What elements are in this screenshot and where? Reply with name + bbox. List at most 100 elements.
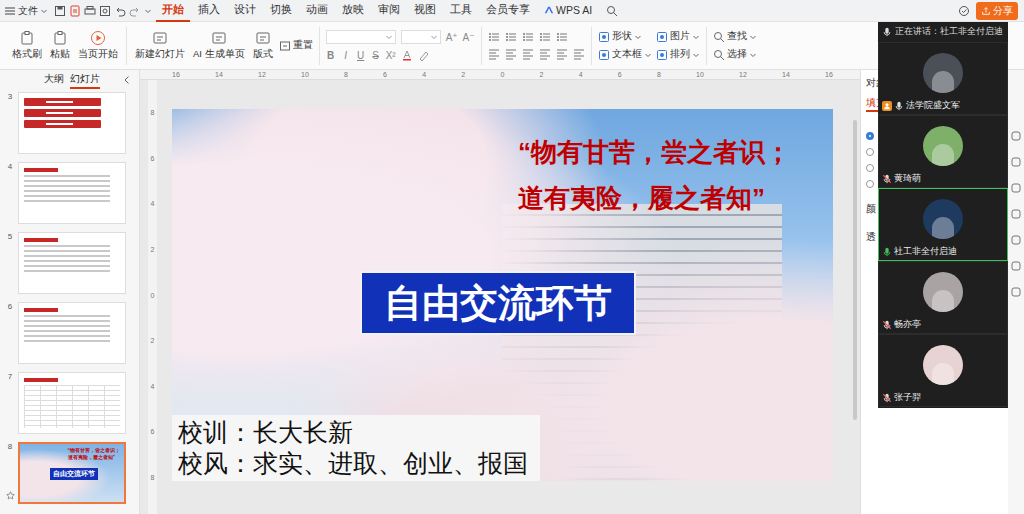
rail-tool-icon[interactable] [1010, 260, 1022, 272]
ribbon-tab[interactable]: 设计 [228, 0, 262, 22]
slide-item[interactable]: 7 [4, 372, 139, 434]
rail-tool-icon[interactable] [1010, 182, 1022, 194]
share-button[interactable]: 分享 [976, 2, 1018, 20]
slide-thumbnail[interactable] [18, 302, 126, 364]
redo-icon[interactable] [129, 5, 141, 17]
rail-tool-icon[interactable] [1010, 130, 1022, 142]
edit-button[interactable]: 查找 [713, 30, 757, 43]
participant-tile[interactable]: 畅亦亭 [878, 261, 1008, 334]
slide-button[interactable]: AI 生成单页 [191, 30, 247, 61]
slide-thumbnail[interactable]: “物有甘苦，尝之者识；道有夷险，履之者知”自由交流环节 [18, 442, 126, 504]
save-icon[interactable] [54, 5, 66, 17]
align-icon[interactable] [488, 48, 500, 60]
list-icon[interactable] [539, 31, 551, 43]
highlight-icon[interactable] [418, 49, 430, 61]
ribbon-tab[interactable]: 工具 [444, 0, 478, 22]
ribbon-tab[interactable]: 动画 [300, 0, 334, 22]
insert-button[interactable]: 文本框 [598, 48, 652, 61]
insert-button[interactable]: 排列 [656, 48, 700, 61]
caret-icon [634, 33, 642, 41]
print-icon[interactable] [84, 5, 96, 17]
list-icon[interactable] [488, 31, 500, 43]
slide-item[interactable]: 5 [4, 232, 139, 294]
ribbon-tab[interactable]: 放映 [336, 0, 370, 22]
participant-name: 畅亦亭 [894, 319, 921, 331]
sync-icon[interactable] [958, 5, 970, 17]
align-icon[interactable] [573, 48, 585, 60]
sidebar-tab[interactable]: 幻灯片 [70, 71, 100, 89]
fill-radio[interactable] [866, 164, 874, 172]
ribbon-tab[interactable]: 切换 [264, 0, 298, 22]
align-icon[interactable] [522, 48, 534, 60]
search-icon[interactable] [606, 5, 618, 17]
insert-button[interactable]: 图片 [656, 30, 700, 43]
play-from-current-button[interactable]: 当页开始 [76, 30, 120, 61]
ribbon-tab[interactable]: WPS AI [538, 1, 598, 21]
list-icon[interactable] [556, 31, 568, 43]
caret-icon[interactable] [144, 7, 152, 15]
list-icon[interactable] [522, 31, 534, 43]
font-size-field[interactable] [401, 30, 441, 44]
collapse-icon[interactable] [121, 74, 133, 86]
scrollbar-thumb[interactable] [853, 120, 857, 420]
slide-button[interactable]: 新建幻灯片 [133, 30, 187, 61]
align-icon[interactable] [556, 48, 568, 60]
participant-tile[interactable]: 社工非全付启迪 [878, 188, 1008, 261]
rail-tool-icon[interactable] [1010, 234, 1022, 246]
fill-radio[interactable] [866, 148, 874, 156]
font-size-button[interactable]: A⁻ [463, 32, 475, 43]
list-icon[interactable] [505, 31, 517, 43]
slide-item[interactable]: 3 [4, 92, 139, 154]
slide-thumbnail[interactable] [18, 232, 126, 294]
ribbon-tab[interactable]: 开始 [156, 0, 190, 22]
undo-icon[interactable] [114, 5, 126, 17]
sidebar-tab[interactable]: 大纲 [44, 71, 64, 89]
slide-motto[interactable]: 校训：长大长新校风：求实、进取、创业、报国 [172, 415, 540, 481]
clipboard-button[interactable]: 粘贴 [48, 30, 72, 61]
slide-item[interactable]: 4 [4, 162, 139, 224]
rail-tool-icon[interactable] [1010, 208, 1022, 220]
vertical-scrollbar[interactable] [850, 80, 860, 514]
format-button[interactable]: B [326, 50, 336, 61]
font-size-button[interactable]: A⁺ [446, 32, 458, 43]
rail-tool-icon[interactable] [1010, 286, 1022, 298]
pdf-icon[interactable] [69, 5, 81, 17]
avatar-figure [932, 217, 954, 239]
file-menu[interactable]: 文件 [4, 4, 48, 18]
format-button[interactable]: X² [386, 50, 396, 61]
star-icon[interactable] [6, 491, 15, 500]
format-button[interactable]: I [341, 50, 351, 61]
slide-item[interactable]: 8“物有甘苦，尝之者识；道有夷险，履之者知”自由交流环节 [4, 442, 139, 504]
edit-button[interactable]: 选择 [713, 48, 757, 61]
slide-item[interactable]: 6 [4, 302, 139, 364]
slide[interactable]: “物有甘苦，尝之者识；道有夷险，履之者知” 自由交流环节校训：长大长新校风：求实、… [172, 109, 833, 481]
slide-thumbnail[interactable] [18, 162, 126, 224]
insert-button[interactable]: 形状 [598, 30, 652, 43]
slide-quote[interactable]: “物有甘苦，尝之者识；道有夷险，履之者知” [518, 129, 791, 221]
slide-title[interactable]: 自由交流环节 [360, 271, 636, 335]
slide-button[interactable]: 版式 [251, 30, 275, 61]
format-button[interactable]: S [371, 50, 381, 61]
clipboard-button[interactable]: 格式刷 [10, 30, 44, 61]
participant-tile[interactable]: 黄琦萌 [878, 115, 1008, 188]
ribbon-tab[interactable]: 插入 [192, 0, 226, 22]
slide-thumbnail[interactable] [18, 92, 126, 154]
fill-radio[interactable] [866, 132, 874, 140]
participant-tile[interactable]: 法学院盛文军 [878, 42, 1008, 115]
font-color-icon[interactable] [401, 49, 413, 61]
ribbon-tab[interactable]: 审阅 [372, 0, 406, 22]
preview-icon[interactable] [99, 5, 111, 17]
rail-tool-icon[interactable] [1010, 156, 1022, 168]
ribbon-tab[interactable]: 会员专享 [480, 0, 536, 22]
format-button[interactable]: U [356, 50, 366, 61]
ruler-tick: 8 [151, 474, 155, 481]
align-icon[interactable] [505, 48, 517, 60]
font-name-field[interactable] [326, 30, 396, 44]
ribbon-tab[interactable]: 视图 [408, 0, 442, 22]
reset-button[interactable]: 重置 [279, 39, 313, 52]
slide-thumbnail[interactable] [18, 372, 126, 434]
button-label: AI 生成单页 [193, 48, 245, 61]
participant-tile[interactable]: 张子羿 [878, 334, 1008, 407]
align-icon[interactable] [539, 48, 551, 60]
fill-radio[interactable] [866, 180, 874, 188]
